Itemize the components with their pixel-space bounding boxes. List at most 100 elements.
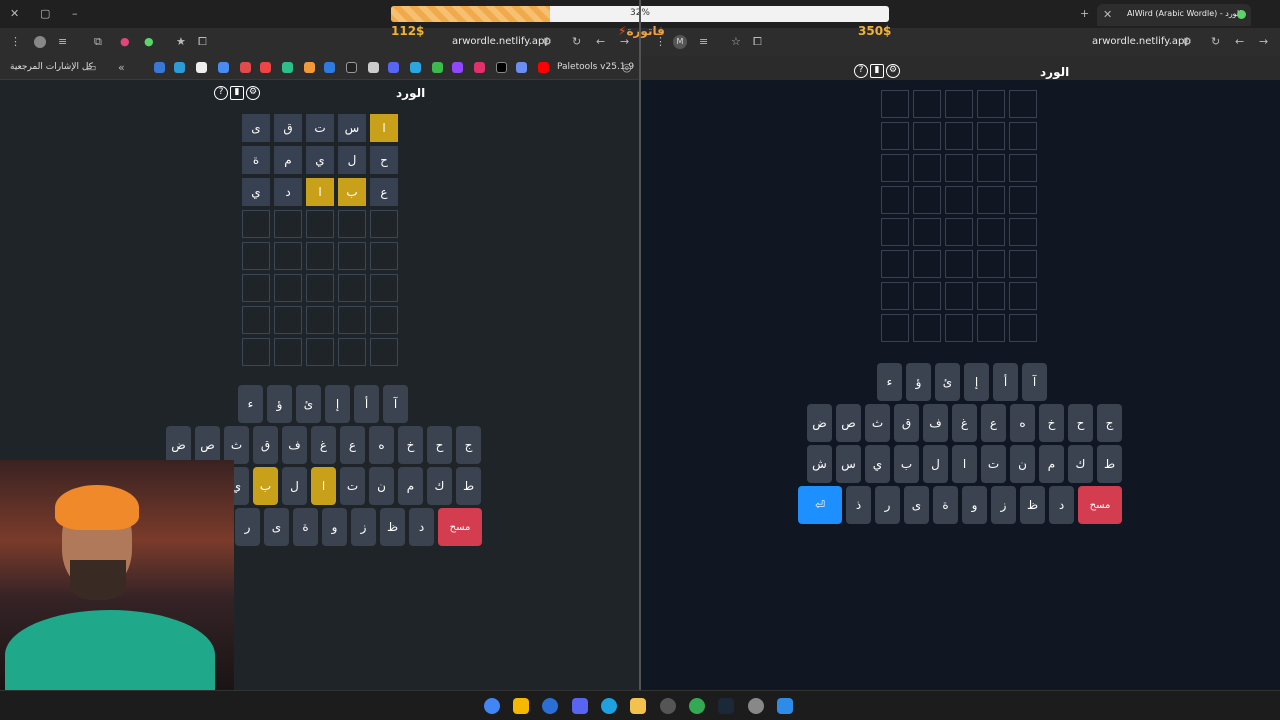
- key-letter[interactable]: ق: [253, 426, 278, 464]
- key-letter[interactable]: م: [398, 467, 423, 505]
- key-letter[interactable]: ئ: [296, 385, 321, 423]
- key-letter[interactable]: ط: [1097, 445, 1122, 483]
- settings-icon[interactable]: ⚙: [246, 86, 260, 100]
- share-icon[interactable]: ⧠: [753, 36, 762, 48]
- back-icon[interactable]: ←: [596, 36, 605, 48]
- key-letter[interactable]: ل: [923, 445, 948, 483]
- key-letter[interactable]: آ: [383, 385, 408, 423]
- all-bookmarks-label[interactable]: كل الإشارات المرجعية: [10, 62, 93, 72]
- key-letter[interactable]: ع: [981, 404, 1006, 442]
- windows-icon[interactable]: [777, 698, 793, 714]
- bookmark-icon[interactable]: [218, 62, 229, 73]
- key-letter[interactable]: ث: [865, 404, 890, 442]
- stats-icon[interactable]: ▮: [230, 86, 244, 100]
- site-settings-icon[interactable]: ⚙: [542, 36, 552, 48]
- extension-icon[interactable]: ●: [120, 36, 130, 48]
- key-letter[interactable]: ض: [166, 426, 191, 464]
- key-letter[interactable]: ت: [340, 467, 365, 505]
- key-letter[interactable]: ظ: [380, 508, 405, 546]
- key-letter[interactable]: أ: [993, 363, 1018, 401]
- forward-icon[interactable]: →: [1259, 36, 1268, 48]
- key-letter[interactable]: ئ: [935, 363, 960, 401]
- edge-icon[interactable]: [601, 698, 617, 714]
- key-letter[interactable]: ظ: [1020, 486, 1045, 524]
- youtube-icon[interactable]: [538, 62, 549, 73]
- address-bar[interactable]: arwordle.netlify.app: [1092, 36, 1191, 47]
- chrome-icon[interactable]: [689, 698, 705, 714]
- key-letter[interactable]: ج: [456, 426, 481, 464]
- key-letter[interactable]: ب: [253, 467, 278, 505]
- bookmark-icon[interactable]: [452, 62, 463, 73]
- obs-icon[interactable]: [660, 698, 676, 714]
- key-letter[interactable]: خ: [398, 426, 423, 464]
- settings-icon[interactable]: ⚙: [886, 64, 900, 78]
- key-letter[interactable]: إ: [964, 363, 989, 401]
- key-letter[interactable]: ب: [894, 445, 919, 483]
- key-letter[interactable]: ز: [991, 486, 1016, 524]
- help-icon[interactable]: ?: [854, 64, 868, 78]
- key-letter[interactable]: ر: [235, 508, 260, 546]
- key-letter[interactable]: أ: [354, 385, 379, 423]
- bookmark-icon[interactable]: [516, 62, 527, 73]
- profile-icon[interactable]: [34, 36, 46, 48]
- bookmark-icon[interactable]: [368, 62, 379, 73]
- key-letter[interactable]: م: [1039, 445, 1064, 483]
- key-letter[interactable]: ك: [1068, 445, 1093, 483]
- key-letter[interactable]: ه: [1010, 404, 1035, 442]
- bookmark-icon[interactable]: [240, 62, 251, 73]
- bookmark-icon[interactable]: [196, 62, 207, 73]
- stats-icon[interactable]: ▮: [870, 64, 884, 78]
- close-tab-icon[interactable]: ✕: [1103, 9, 1112, 21]
- chevron-icon[interactable]: «: [118, 62, 125, 74]
- key-letter[interactable]: ذ: [846, 486, 871, 524]
- bookmark-icon[interactable]: [474, 62, 485, 73]
- key-enter[interactable]: ⏎: [798, 486, 842, 524]
- bookmark-icon[interactable]: [410, 62, 421, 73]
- key-letter[interactable]: إ: [325, 385, 350, 423]
- key-letter[interactable]: ن: [1010, 445, 1035, 483]
- close-window-icon[interactable]: ✕: [10, 8, 19, 20]
- key-letter[interactable]: ى: [264, 508, 289, 546]
- key-letter[interactable]: ض: [807, 404, 832, 442]
- app-icon[interactable]: [542, 698, 558, 714]
- tune-icon[interactable]: ≡: [58, 36, 67, 48]
- key-delete[interactable]: مسح: [438, 508, 482, 546]
- key-letter[interactable]: و: [322, 508, 347, 546]
- key-letter[interactable]: ؤ: [906, 363, 931, 401]
- profile-avatar[interactable]: M: [673, 35, 687, 49]
- x-icon[interactable]: [496, 62, 507, 73]
- minimize-icon[interactable]: –: [72, 8, 78, 20]
- bookmark-icon[interactable]: [388, 62, 399, 73]
- site-settings-icon[interactable]: ⚙: [1182, 36, 1192, 48]
- reload-icon[interactable]: ↻: [572, 36, 581, 48]
- extension-icon[interactable]: ●: [144, 36, 154, 48]
- key-letter[interactable]: د: [1049, 486, 1074, 524]
- key-letter[interactable]: ع: [340, 426, 365, 464]
- bookmark-icon[interactable]: [432, 62, 443, 73]
- key-letter[interactable]: ؤ: [267, 385, 292, 423]
- key-letter[interactable]: خ: [1039, 404, 1064, 442]
- bookmark-icon[interactable]: [346, 62, 357, 73]
- bookmark-icon[interactable]: [324, 62, 335, 73]
- key-letter[interactable]: آ: [1022, 363, 1047, 401]
- key-letter[interactable]: ك: [427, 467, 452, 505]
- key-letter[interactable]: ء: [238, 385, 263, 423]
- star-icon[interactable]: ★: [176, 36, 186, 48]
- extensions-icon[interactable]: ⧉: [94, 36, 102, 48]
- address-bar[interactable]: arwordle.netlify.app: [452, 36, 551, 47]
- rockstar-icon[interactable]: [513, 698, 529, 714]
- discord-icon[interactable]: [572, 698, 588, 714]
- key-letter[interactable]: ز: [351, 508, 376, 546]
- key-delete[interactable]: مسح: [1078, 486, 1122, 524]
- key-letter[interactable]: ة: [293, 508, 318, 546]
- bookmark-icon[interactable]: [260, 62, 271, 73]
- key-letter[interactable]: ي: [865, 445, 890, 483]
- key-letter[interactable]: ق: [894, 404, 919, 442]
- key-letter[interactable]: س: [836, 445, 861, 483]
- tune-icon[interactable]: ≡: [699, 36, 708, 48]
- back-icon[interactable]: ←: [1235, 36, 1244, 48]
- key-letter[interactable]: ص: [195, 426, 220, 464]
- key-letter[interactable]: غ: [952, 404, 977, 442]
- key-letter[interactable]: ط: [456, 467, 481, 505]
- key-letter[interactable]: ن: [369, 467, 394, 505]
